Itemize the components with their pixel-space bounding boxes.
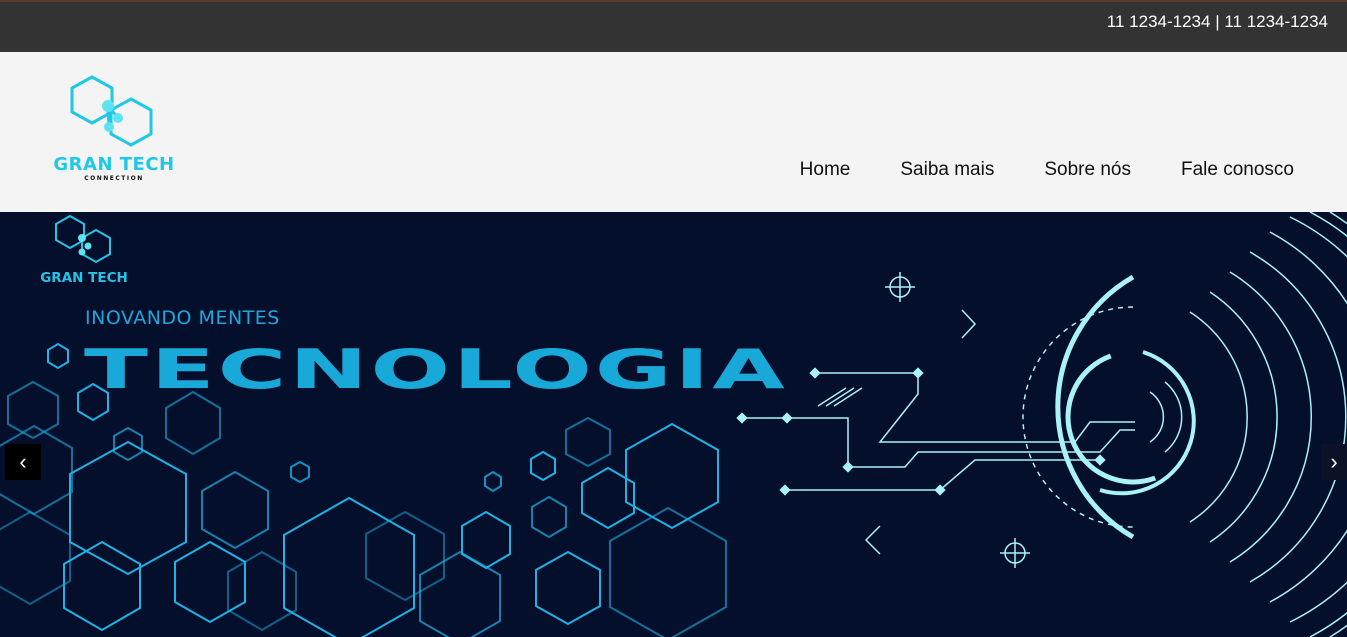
nav-saiba-mais[interactable]: Saiba mais: [900, 159, 994, 181]
hero-banner: GRAN TECH INOVANDO MENTES TECNOLOGIA ‹ ›: [0, 212, 1347, 637]
hexagon-molecule-icon: [55, 214, 111, 264]
nav-sobre-nos[interactable]: Sobre nós: [1044, 159, 1131, 181]
hero-logo-brand: GRAN TECH: [40, 270, 128, 286]
hero-logo: GRAN TECH: [38, 214, 130, 288]
site-logo[interactable]: GRAN TECH CONNECTION: [52, 72, 176, 188]
main-nav: Home Saiba mais Sobre nós Fale conosco: [750, 159, 1294, 181]
site-header: GRAN TECH CONNECTION Home Saiba mais Sob…: [0, 52, 1347, 212]
logo-sub-text: CONNECTION: [84, 175, 144, 182]
top-contact-bar: 11 1234-1234 | 11 1234-1234: [0, 0, 1347, 52]
nav-home[interactable]: Home: [800, 159, 851, 181]
carousel-next-button[interactable]: ›: [1321, 444, 1347, 480]
carousel-prev-button[interactable]: ‹: [5, 444, 41, 480]
logo-brand-text: GRAN TECH: [53, 154, 175, 175]
hero-tagline: INOVANDO MENTES: [85, 307, 280, 329]
hero-illustration: [0, 212, 1347, 637]
hexagon-molecule-icon: [70, 75, 153, 147]
hero-headline: TECNOLOGIA: [84, 338, 788, 402]
nav-fale-conosco[interactable]: Fale conosco: [1181, 159, 1294, 181]
phone-numbers: 11 1234-1234 | 11 1234-1234: [1106, 12, 1328, 31]
